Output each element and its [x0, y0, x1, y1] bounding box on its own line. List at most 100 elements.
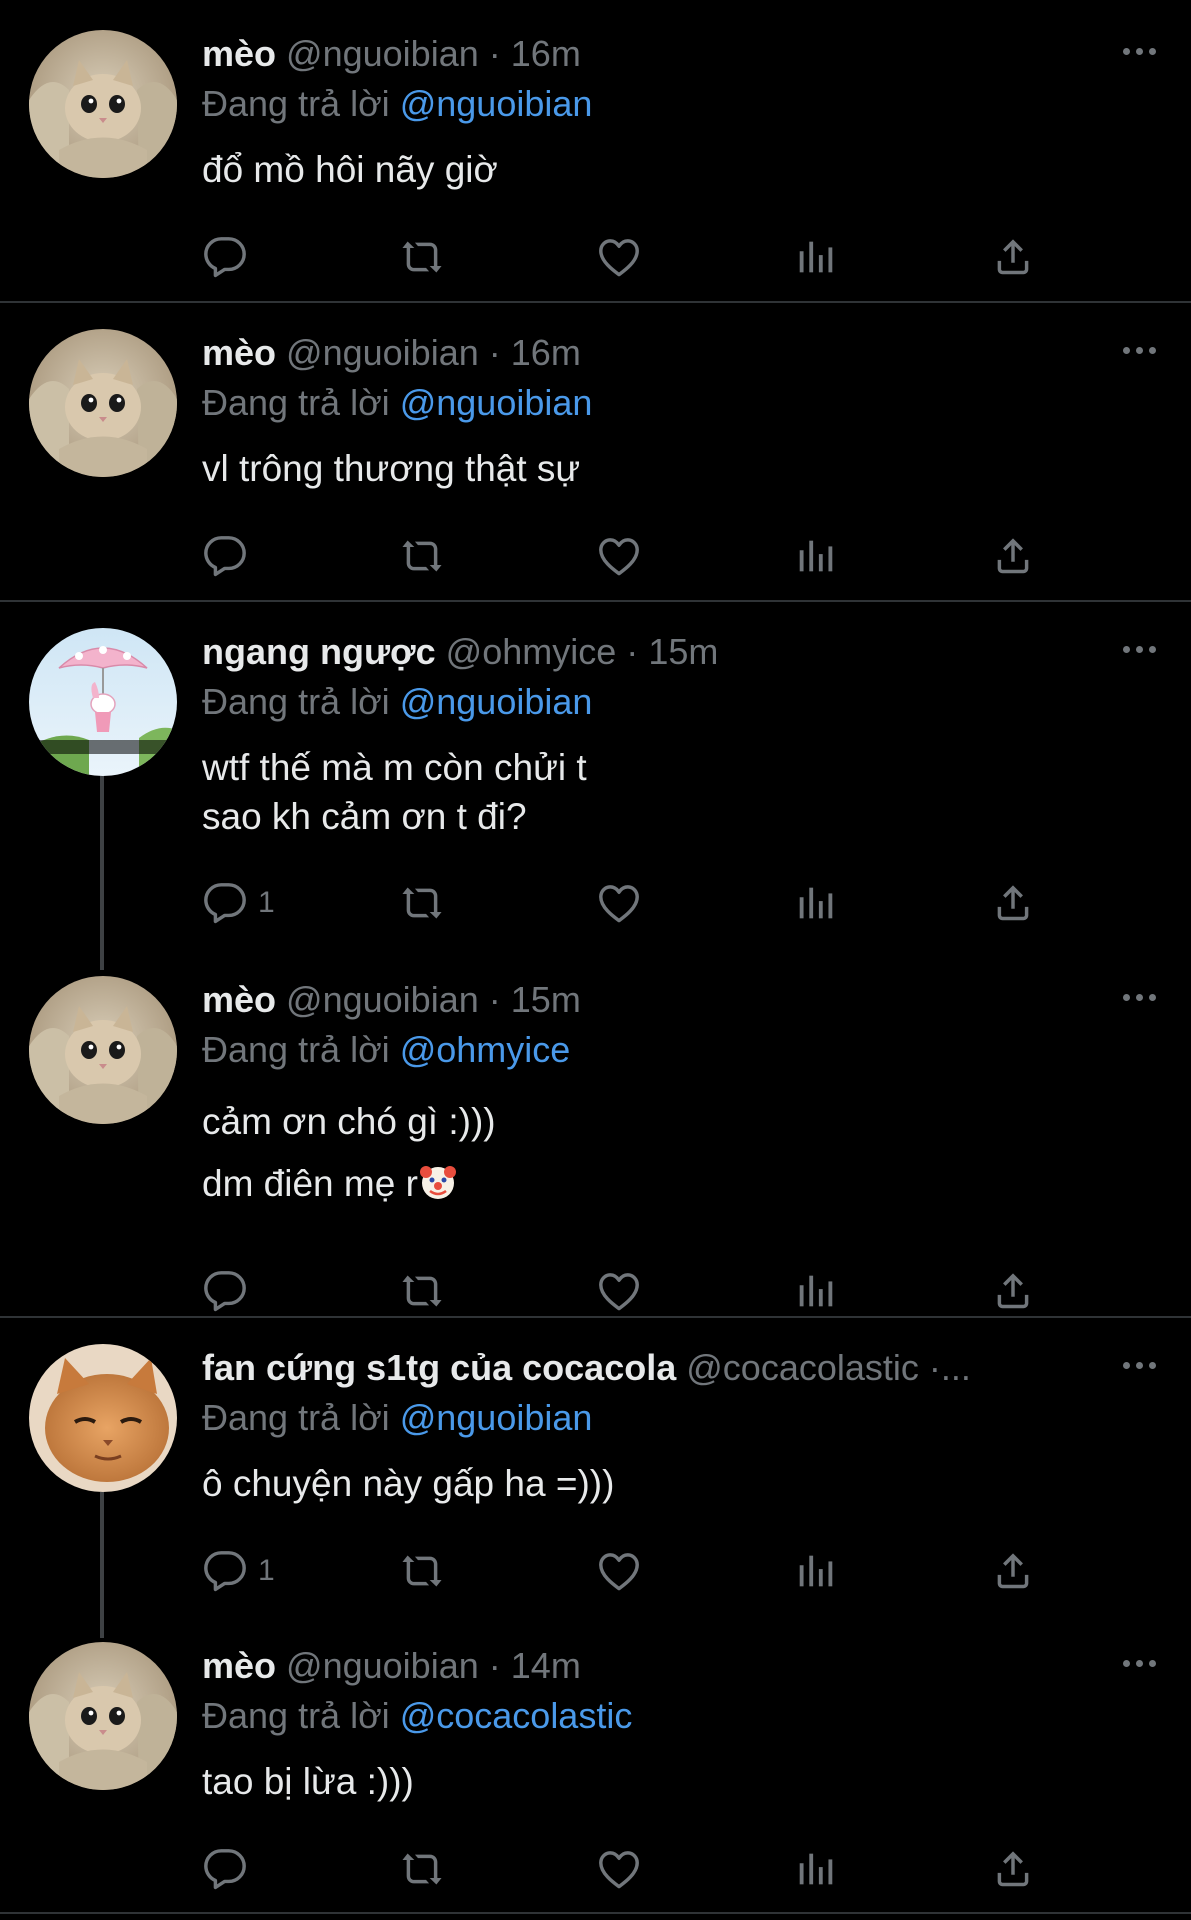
share-button[interactable]: [990, 531, 1036, 581]
avatar[interactable]: [29, 30, 177, 178]
action-bar: [202, 1844, 1102, 1894]
replying-to-label: Đang trả lời: [202, 1029, 390, 1070]
like-button[interactable]: [596, 1844, 642, 1894]
views-button[interactable]: [793, 1266, 839, 1316]
retweet-button[interactable]: [399, 1546, 445, 1596]
share-button[interactable]: [990, 878, 1036, 928]
share-button[interactable]: [990, 1266, 1036, 1316]
separator-dot: ·: [488, 332, 501, 373]
tweet-header: mèo @nguoibian · 15m: [202, 978, 1081, 1022]
handle[interactable]: @nguoibian: [286, 332, 479, 373]
more-icon[interactable]: [1117, 335, 1161, 365]
handle[interactable]: @nguoibian: [286, 1645, 479, 1686]
share-button[interactable]: [990, 1546, 1036, 1596]
mention-link[interactable]: @cocacolastic: [400, 1695, 633, 1736]
retweet-button[interactable]: [399, 878, 445, 928]
reply-icon: [202, 1846, 248, 1892]
share-button[interactable]: [990, 232, 1036, 282]
separator-dot: ·...: [928, 1347, 971, 1388]
tweet-text-line: cảm ơn chó gì :))): [202, 1101, 496, 1142]
replying-to: Đang trả lời @nguoibian: [202, 82, 592, 126]
tweet-text: wtf thế mà m còn chửi t sao kh cảm ơn t …: [202, 743, 587, 841]
more-icon[interactable]: [1117, 982, 1161, 1012]
reply-count: 1: [258, 1554, 275, 1587]
share-icon: [990, 880, 1036, 926]
replying-to: Đang trả lời @cocacolastic: [202, 1694, 632, 1738]
display-name[interactable]: mèo: [202, 1645, 276, 1686]
avatar[interactable]: [29, 976, 177, 1124]
reply-button[interactable]: [202, 1266, 258, 1316]
views-button[interactable]: [793, 232, 839, 282]
more-icon[interactable]: [1117, 1648, 1161, 1678]
share-button[interactable]: [990, 1844, 1036, 1894]
views-button[interactable]: [793, 1844, 839, 1894]
reply-button[interactable]: [202, 232, 258, 282]
retweet-button[interactable]: [399, 531, 445, 581]
mention-link[interactable]: @nguoibian: [400, 382, 593, 423]
timestamp[interactable]: 16m: [511, 33, 581, 74]
reply-button[interactable]: [202, 1844, 258, 1894]
timestamp[interactable]: 15m: [648, 631, 718, 672]
more-icon[interactable]: [1117, 36, 1161, 66]
replying-to-label: Đang trả lời: [202, 1695, 390, 1736]
reply-button[interactable]: [202, 531, 258, 581]
avatar[interactable]: [29, 329, 177, 477]
handle[interactable]: @ohmyice: [446, 631, 617, 672]
like-icon: [596, 1846, 642, 1892]
reply-count: 1: [258, 886, 275, 919]
reply-icon: [202, 1548, 248, 1594]
timestamp[interactable]: 15m: [511, 979, 581, 1020]
views-button[interactable]: [793, 531, 839, 581]
avatar[interactable]: [29, 1642, 177, 1790]
avatar[interactable]: [29, 628, 177, 776]
tweet-text: vl trông thương thật sự: [202, 444, 580, 493]
display-name[interactable]: mèo: [202, 332, 276, 373]
handle[interactable]: @cocacolastic: [686, 1347, 919, 1388]
like-button[interactable]: [596, 531, 642, 581]
retweet-button[interactable]: [399, 232, 445, 282]
mention-link[interactable]: @nguoibian: [400, 83, 593, 124]
timestamp[interactable]: 14m: [511, 1645, 581, 1686]
action-bar: [202, 232, 1102, 282]
reply-button[interactable]: 1: [202, 1546, 275, 1596]
tweet-text: ô chuyện này gấp ha =))): [202, 1459, 614, 1508]
more-icon[interactable]: [1117, 1350, 1161, 1380]
like-button[interactable]: [596, 878, 642, 928]
like-button[interactable]: [596, 1546, 642, 1596]
handle[interactable]: @nguoibian: [286, 979, 479, 1020]
views-icon: [793, 1268, 839, 1314]
mention-link[interactable]: @nguoibian: [400, 681, 593, 722]
mention-link[interactable]: @ohmyice: [400, 1029, 571, 1070]
views-button[interactable]: [793, 878, 839, 928]
avatar[interactable]: [29, 1344, 177, 1492]
replying-to-label: Đang trả lời: [202, 1397, 390, 1438]
more-icon[interactable]: [1117, 634, 1161, 664]
clown-emoji-icon: [419, 1166, 456, 1199]
separator-dot: ·: [488, 33, 501, 74]
separator-dot: ·: [488, 1645, 501, 1686]
display-name[interactable]: mèo: [202, 979, 276, 1020]
tweet-header: ngang ngược @ohmyice · 15m: [202, 630, 1081, 674]
timestamp[interactable]: 16m: [511, 332, 581, 373]
mention-link[interactable]: @nguoibian: [400, 1397, 593, 1438]
display-name[interactable]: ngang ngược: [202, 631, 436, 672]
thread-line: [100, 1492, 104, 1638]
retweet-button[interactable]: [399, 1266, 445, 1316]
retweet-icon: [399, 880, 445, 926]
retweet-button[interactable]: [399, 1844, 445, 1894]
replying-to-label: Đang trả lời: [202, 681, 390, 722]
like-button[interactable]: [596, 232, 642, 282]
tweet-text: tao bị lừa :))): [202, 1757, 414, 1806]
retweet-icon: [399, 1846, 445, 1892]
reply-button[interactable]: 1: [202, 878, 275, 928]
display-name[interactable]: fan cứng s1tg của cocacola: [202, 1347, 676, 1388]
tweet-text-line: ô chuyện này gấp ha =))): [202, 1463, 615, 1504]
like-icon: [596, 533, 642, 579]
like-button[interactable]: [596, 1266, 642, 1316]
display-name[interactable]: mèo: [202, 33, 276, 74]
handle[interactable]: @nguoibian: [286, 33, 479, 74]
views-button[interactable]: [793, 1546, 839, 1596]
share-icon: [990, 1846, 1036, 1892]
tweet-text: đổ mồ hôi nãy giờ: [202, 145, 498, 194]
retweet-icon: [399, 234, 445, 280]
